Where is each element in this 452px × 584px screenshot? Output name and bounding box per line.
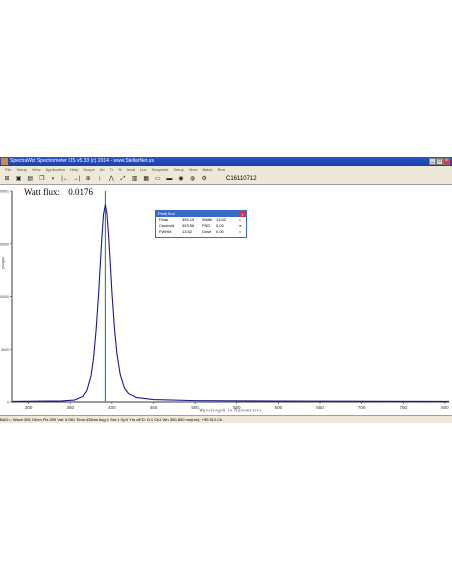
peak-find-window[interactable]: Peak find × Peak 392.19 Width 13.52 c Centroi… [155, 210, 247, 238]
overlay-icon[interactable]: ▭ [154, 175, 162, 183]
menu-item[interactable]: File [5, 167, 11, 172]
menu-item[interactable]: Lux [140, 167, 146, 172]
minimize-button[interactable]: _ [429, 158, 436, 165]
x-tick-label: 800 [441, 405, 449, 410]
y-tick-label: 15000 [0, 242, 9, 246]
status-bar: BAD=: Wave:392.19nm Pix:399 Val: 0.081 T… [0, 415, 452, 423]
menu-item[interactable]: Tr [110, 167, 114, 172]
x-tick-label: 350 [67, 405, 75, 410]
peak-value: 13.52 [182, 229, 193, 234]
color-icon[interactable]: ◉ [177, 175, 185, 183]
peak-find-close-button[interactable]: × [240, 211, 245, 217]
app-icon [1, 158, 8, 165]
x-tick-label: 300 [25, 405, 33, 410]
settings-icon[interactable]: ⚙ [200, 175, 208, 183]
cursor-right-icon[interactable]: →| [73, 175, 81, 183]
spectrawiz-window: SpectraWiz Spectrometer OS v5.33 (c) 201… [0, 157, 452, 423]
menu-bar: File Setup View Application Help Scope Ab Tr% Ir… [0, 166, 452, 173]
compare-icon[interactable]: ▬ [165, 175, 173, 183]
peak-value: 0.00 [216, 229, 224, 234]
menu-item[interactable]: Run [218, 167, 225, 172]
x-axis-label: Wavelength in Nanometers [199, 408, 262, 413]
zoom-icon[interactable]: ⊕ [84, 175, 92, 183]
x-tick-label: 400 [108, 405, 116, 410]
status-text: BAD=: Wave:392.19nm Pix:399 Val: 0.081 T… [0, 417, 223, 422]
close-button[interactable]: × [443, 158, 450, 165]
menu-item[interactable]: Snapshot [151, 167, 168, 172]
rescale-icon[interactable]: ⤢ [119, 175, 127, 183]
menu-item[interactable]: Setup [173, 167, 183, 172]
title-bar: SpectraWiz Spectrometer OS v5.33 (c) 201… [0, 157, 452, 166]
capture-icon[interactable]: ⊞ [3, 175, 11, 183]
menu-item[interactable]: Batch [202, 167, 212, 172]
peak-find-row: FWHM 13.52 Dose 0.00 x [156, 229, 246, 235]
grid-icon[interactable]: ▦ [142, 175, 150, 183]
x-tick-label: 700 [358, 405, 366, 410]
cursor-left-icon[interactable]: |← [61, 175, 69, 183]
lightbulb-icon[interactable]: ◐ [49, 175, 57, 183]
peak-key: FWHM [159, 229, 172, 234]
y-tick-label: 10000 [0, 295, 9, 299]
menu-item[interactable]: Setup [16, 167, 26, 172]
y-tick-label: 20001 [0, 190, 9, 194]
window-title: SpectraWiz Spectrometer OS v5.33 (c) 201… [10, 158, 154, 164]
x-tick-label: 600 [275, 405, 283, 410]
print-icon[interactable]: ▤ [26, 175, 34, 183]
x-tick-label: 650 [316, 405, 324, 410]
serial-number: C16110712 [226, 176, 257, 182]
scale-icon[interactable]: ↕ [96, 175, 104, 183]
menu-item[interactable]: View [189, 167, 198, 172]
y-axis-label: mW/m2 [1, 257, 5, 269]
menu-item[interactable]: Help [70, 167, 78, 172]
copy-icon[interactable]: ❐ [38, 175, 46, 183]
autoscale-icon[interactable]: ▥ [131, 175, 139, 183]
peak-icon[interactable]: ⋀ [107, 175, 115, 183]
menu-item[interactable]: Irrad [127, 167, 135, 172]
menu-item[interactable]: Scope [83, 167, 94, 172]
save-icon[interactable]: ▣ [15, 175, 23, 183]
x-tick-label: 750 [399, 405, 407, 410]
x-tick-label: 450 [150, 405, 158, 410]
toolbar: ⊞ ▣ ▤ ❐ ◐ |← →| ⊕ ↕ ⋀ ⤢ ▥ ▦ ▭ ▬ ◉ ◍ ⚙ C16110712 [0, 173, 452, 185]
fill-icon[interactable]: ◍ [189, 175, 197, 183]
peak-find-rows: Peak 392.19 Width 13.52 c Centroid 393.56 PSD 0.… [156, 217, 246, 235]
menu-item[interactable]: % [118, 167, 122, 172]
menu-item[interactable]: Ab [100, 167, 105, 172]
menu-item[interactable]: Application [46, 167, 66, 172]
y-tick-label: 0 [7, 401, 9, 405]
watt-flux-label: Watt flux: [24, 187, 61, 197]
menu-item[interactable]: View [32, 167, 41, 172]
peak-key: Dose [202, 229, 212, 234]
maximize-button[interactable]: □ [436, 158, 443, 165]
y-tick-label: 5000 [1, 348, 9, 352]
watt-flux-value: 0.0176 [68, 187, 94, 197]
peak-find-title: Peak find [158, 211, 175, 216]
peak-row-button[interactable]: x [239, 229, 241, 235]
